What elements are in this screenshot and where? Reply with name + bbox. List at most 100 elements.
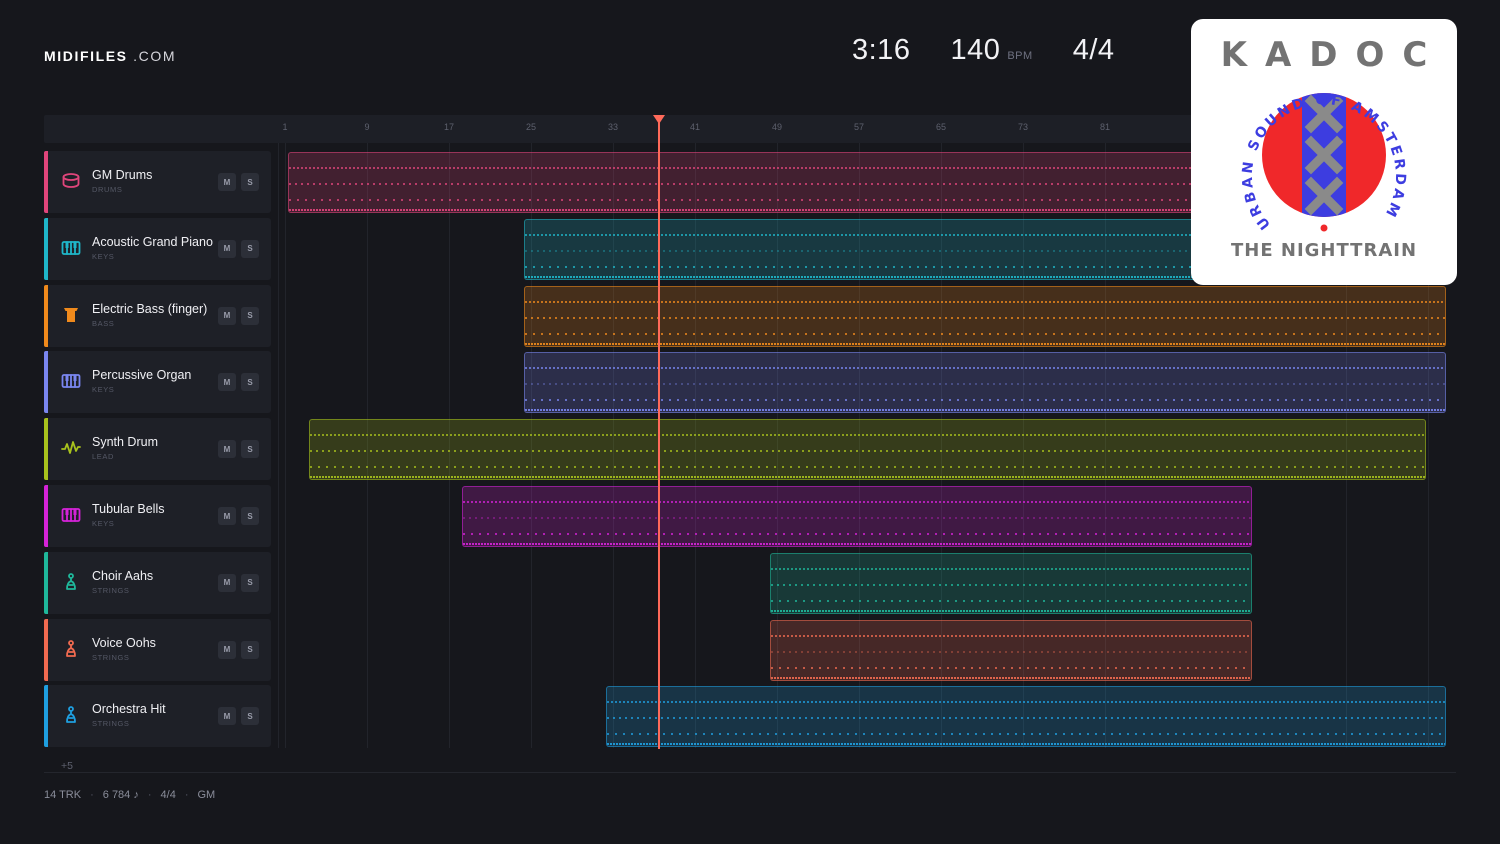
midi-clip[interactable] xyxy=(523,285,1447,347)
track-count: 14 TRK xyxy=(44,789,82,801)
track-header[interactable]: Acoustic Grand Piano KEYS M S xyxy=(44,217,271,280)
ruler-tick: 33 xyxy=(607,122,619,132)
track-color-stripe xyxy=(44,551,48,614)
note-row xyxy=(524,300,1446,303)
track-name: GM Drums xyxy=(92,168,153,182)
album-art: URBAN SOUND OF AMSTERDAM KADOC THE NIGHT… xyxy=(1191,19,1457,285)
note-row xyxy=(770,609,1251,612)
track-color-stripe xyxy=(44,151,48,213)
ruler-tick: 9 xyxy=(364,122,370,132)
note-row xyxy=(463,517,1251,519)
mute-button[interactable]: M xyxy=(218,707,236,726)
track-category: DRUMS xyxy=(92,185,123,194)
track-name: Choir Aahs xyxy=(92,568,154,583)
track-header[interactable]: Electric Bass (finger) BASS M S xyxy=(44,284,271,347)
mute-button[interactable]: M xyxy=(218,173,236,191)
mute-button[interactable]: M xyxy=(218,573,236,592)
choir-icon xyxy=(61,572,81,592)
ruler-tick: 1 xyxy=(282,122,288,132)
track-category: KEYS xyxy=(92,385,115,395)
mute-button[interactable]: M xyxy=(218,373,236,392)
bells-icon xyxy=(61,505,81,525)
more-tracks-label[interactable]: +5 xyxy=(61,760,73,772)
time-display: 3:16 xyxy=(852,34,911,66)
ring-dot xyxy=(1320,224,1328,232)
note-row xyxy=(770,650,1251,653)
solo-button[interactable]: S xyxy=(241,573,259,592)
track-header[interactable]: Voice Oohs STRINGS M S xyxy=(44,618,271,681)
playhead[interactable] xyxy=(658,121,661,749)
solo-button[interactable]: S xyxy=(241,507,259,525)
solo-button[interactable]: S xyxy=(241,306,259,325)
track-color-stripe xyxy=(44,284,48,347)
piano-icon xyxy=(61,238,81,258)
note-row xyxy=(524,383,1446,386)
note-row xyxy=(463,543,1251,545)
ruler-tick: 73 xyxy=(1017,122,1029,132)
separator-dot: · xyxy=(90,789,94,801)
midi-clip[interactable] xyxy=(769,552,1252,614)
midi-clip[interactable] xyxy=(462,486,1252,547)
solo-button[interactable]: S xyxy=(241,173,259,191)
mute-button[interactable]: M xyxy=(218,306,236,325)
grid-line xyxy=(278,143,279,748)
album-title: KADOC xyxy=(1220,35,1446,75)
track-header[interactable]: Synth Drum LEAD M S xyxy=(44,418,271,481)
ruler-tick: 57 xyxy=(853,122,865,132)
note-row xyxy=(606,701,1446,704)
midi-clip[interactable] xyxy=(769,619,1252,681)
mute-button[interactable]: M xyxy=(218,440,236,459)
note-row xyxy=(309,476,1425,479)
track-category: STRINGS xyxy=(92,719,130,729)
note-row xyxy=(524,332,1446,335)
note-row xyxy=(524,367,1446,370)
footer-signature: 4/4 xyxy=(160,789,176,801)
solo-button[interactable]: S xyxy=(241,239,259,258)
track-header[interactable]: Orchestra Hit STRINGS M S xyxy=(44,685,271,748)
track-color-stripe xyxy=(44,485,48,547)
midi-clip[interactable] xyxy=(523,352,1447,414)
note-row xyxy=(770,583,1251,586)
solo-button[interactable]: S xyxy=(241,373,259,392)
note-row xyxy=(770,676,1251,679)
track-name: Tubular Bells xyxy=(92,502,165,516)
track-name: Voice Oohs xyxy=(92,635,156,650)
note-row xyxy=(770,567,1251,570)
mute-button[interactable]: M xyxy=(218,239,236,258)
brand-logo: MIDIFILES .COM xyxy=(44,48,177,64)
track-category: STRINGS xyxy=(92,652,130,662)
track-category: BASS xyxy=(92,318,115,328)
track-header[interactable]: Percussive Organ KEYS M S xyxy=(44,351,271,414)
solo-button[interactable]: S xyxy=(241,440,259,459)
midi-clip[interactable] xyxy=(308,419,1426,481)
track-color-stripe xyxy=(44,685,48,748)
note-count: 6 784 ♪ xyxy=(102,789,139,801)
note-row xyxy=(463,501,1251,503)
wave-icon xyxy=(61,438,81,458)
drum-icon xyxy=(61,171,81,191)
solo-button[interactable]: S xyxy=(241,640,259,659)
note-row xyxy=(524,409,1446,412)
track-header[interactable]: Choir Aahs STRINGS M S xyxy=(44,551,271,614)
ruler-tick: 65 xyxy=(935,122,947,132)
track-name: Synth Drum xyxy=(92,435,158,450)
note-row xyxy=(770,599,1251,602)
status-bar: 14 TRK · 6 784 ♪ · 4/4 · GM xyxy=(44,789,215,801)
mute-button[interactable]: M xyxy=(218,640,236,659)
grid-line xyxy=(285,143,286,748)
track-color-stripe xyxy=(44,418,48,481)
track-header[interactable]: GM Drums DRUMS M S xyxy=(44,151,271,213)
ruler-tick: 81 xyxy=(1099,122,1111,132)
solo-button[interactable]: S xyxy=(241,707,259,726)
track-color-stripe xyxy=(44,351,48,414)
mute-button[interactable]: M xyxy=(218,507,236,525)
note-row xyxy=(524,342,1446,345)
track-category: KEYS xyxy=(92,519,115,528)
ruler-tick: 17 xyxy=(443,122,455,132)
note-row xyxy=(309,466,1425,469)
note-row xyxy=(606,717,1446,720)
separator-dot: · xyxy=(147,789,152,801)
track-header[interactable]: Tubular Bells KEYS M S xyxy=(44,485,271,547)
midi-clip[interactable] xyxy=(605,686,1447,748)
transport-display: 3:16 140 BPM 4/4 xyxy=(852,34,1115,67)
